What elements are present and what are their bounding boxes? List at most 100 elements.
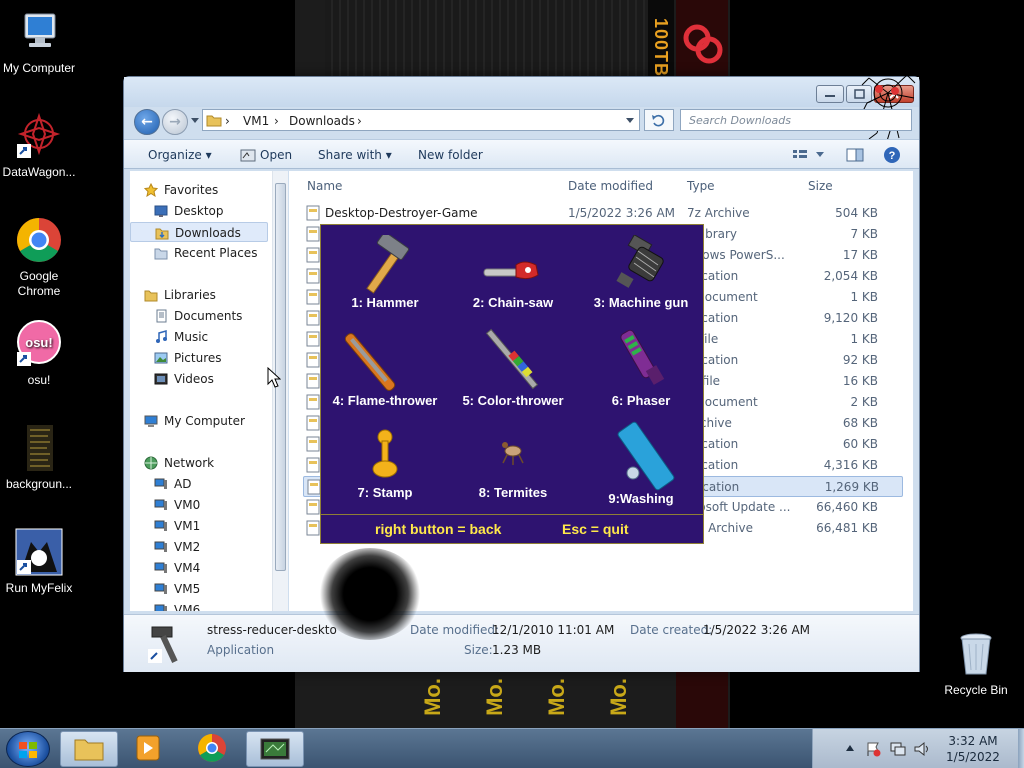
desktop-icon-recycle-bin[interactable]: Recycle Bin xyxy=(936,630,1016,698)
taskbar-stress-reducer[interactable] xyxy=(246,731,304,767)
back-button[interactable]: ← xyxy=(134,109,160,135)
tool-stamp[interactable]: 7: Stamp xyxy=(321,425,449,500)
game-hint-bar: right button = back Esc = quit xyxy=(321,514,703,544)
tool-termites[interactable]: 8: Termites xyxy=(449,425,577,500)
tool-machine-gun[interactable]: 3: Machine gun xyxy=(577,235,705,310)
desktop-icon-myfelix[interactable]: Run MyFelix xyxy=(0,528,78,596)
desktop-icon-chrome[interactable]: Google Chrome xyxy=(0,216,78,299)
wallpaper-pattern xyxy=(325,0,645,80)
breadcrumb-vm1[interactable]: VM1 xyxy=(243,114,269,128)
nav-pictures[interactable]: Pictures xyxy=(130,348,268,368)
nav-documents[interactable]: Documents xyxy=(130,306,268,326)
column-header-name[interactable]: Name xyxy=(307,179,342,193)
tool-washing[interactable]: 9:Washing xyxy=(577,421,705,506)
mouse-cursor-icon xyxy=(267,367,281,388)
column-header-date[interactable]: Date modified xyxy=(568,179,653,193)
share-with-button[interactable]: Share with ▾ xyxy=(318,148,392,162)
taskbar-chrome[interactable] xyxy=(184,731,242,767)
nav-libraries[interactable]: Libraries xyxy=(130,285,268,305)
recent-pages-icon[interactable] xyxy=(190,117,200,125)
tool-label: 8: Termites xyxy=(478,485,548,500)
desktop-icon-osu[interactable]: osu! osu! xyxy=(0,320,78,388)
nav-network-vm2[interactable]: VM2 xyxy=(130,537,268,557)
tool-label: 3: Machine gun xyxy=(593,295,689,310)
nav-network[interactable]: Network xyxy=(130,453,268,473)
address-dropdown-icon[interactable] xyxy=(625,117,635,124)
nav-videos[interactable]: Videos xyxy=(130,369,268,389)
help-icon[interactable]: ? xyxy=(883,146,901,164)
taskbar-explorer[interactable] xyxy=(60,731,118,767)
show-desktop-button[interactable] xyxy=(1018,729,1024,768)
show-hidden-icons-icon[interactable] xyxy=(845,743,855,753)
termites-icon xyxy=(502,442,524,465)
file-size-cell: 66,481 KB xyxy=(816,521,878,535)
libraries-icon xyxy=(144,290,158,302)
new-folder-button[interactable]: New folder xyxy=(418,148,483,162)
preview-pane-icon[interactable] xyxy=(846,148,864,162)
desktop-icon-label: My Computer xyxy=(2,61,76,75)
color-thrower-icon xyxy=(485,328,539,390)
nav-network-vm4[interactable]: VM4 xyxy=(130,558,268,578)
taskbar-media-player[interactable] xyxy=(120,731,178,767)
refresh-button[interactable] xyxy=(644,109,674,131)
tool-flame-thrower[interactable]: 4: Flame-thrower xyxy=(321,327,449,408)
details-size-label: Size: xyxy=(464,643,493,657)
refresh-icon xyxy=(652,114,665,127)
desktop-icon-label: Google Chrome xyxy=(17,269,61,298)
nav-network-vm1[interactable]: VM1 xyxy=(130,516,268,536)
nav-downloads[interactable]: Downloads xyxy=(130,222,268,242)
nav-desktop[interactable]: Desktop xyxy=(130,201,268,221)
desktop-icon-datawagon[interactable]: DataWagon... xyxy=(0,112,78,180)
network-tray-icon[interactable] xyxy=(889,741,907,757)
desktop-icon-label: Recycle Bin xyxy=(944,683,1008,697)
nav-network-vm5[interactable]: VM5 xyxy=(130,579,268,599)
search-input[interactable]: Search Downloads xyxy=(680,109,912,131)
table-row[interactable]: Desktop-Destroyer-Game 1/5/2022 3:26 AM 7z… xyxy=(303,203,903,224)
column-header-type[interactable]: Type xyxy=(687,179,715,193)
system-clock[interactable]: 3:32 AM 1/5/2022 xyxy=(928,733,1018,765)
start-button[interactable] xyxy=(6,731,50,767)
nav-network-ad[interactable]: AD xyxy=(130,474,268,494)
myfelix-icon xyxy=(15,528,63,576)
forward-button[interactable]: → xyxy=(162,109,188,135)
network-computer-icon xyxy=(154,562,167,573)
action-center-flag-icon[interactable] xyxy=(865,741,881,757)
desktop-icon-label: DataWagon... xyxy=(2,165,76,179)
command-bar: Organize ▾ Open Share with ▾ New folder … xyxy=(124,139,919,169)
nav-network-vm0[interactable]: VM0 xyxy=(130,495,268,515)
organize-label: Organize xyxy=(148,148,202,162)
breadcrumb-separator[interactable]: › xyxy=(274,114,279,128)
column-header-size[interactable]: Size xyxy=(808,179,833,193)
desktop-icon-background[interactable]: backgroun... xyxy=(0,424,78,492)
address-bar[interactable]: › VM1 › Downloads › xyxy=(202,109,640,131)
file-size-cell: 1,269 KB xyxy=(824,480,879,494)
nav-label: Network xyxy=(164,456,215,470)
file-type-icon xyxy=(306,457,320,473)
nav-favorites[interactable]: Favorites xyxy=(130,180,268,200)
tool-chain-saw[interactable]: 2: Chain-saw xyxy=(449,235,577,310)
tool-phaser[interactable]: 6: Phaser xyxy=(577,327,705,408)
breadcrumb-downloads[interactable]: Downloads xyxy=(289,114,355,128)
minimize-button[interactable] xyxy=(816,85,844,103)
forward-arrow-icon: → xyxy=(169,114,181,130)
wallpaper-bottom-text: Mo. xyxy=(482,678,507,716)
tool-hammer[interactable]: 1: Hammer xyxy=(321,235,449,310)
nav-music[interactable]: Music xyxy=(130,327,268,347)
network-icon xyxy=(144,456,158,470)
desktop-icon-my-computer[interactable]: My Computer xyxy=(0,8,78,76)
stamp-icon xyxy=(372,429,398,478)
open-button[interactable]: Open xyxy=(260,148,292,162)
nav-my-computer[interactable]: My Computer xyxy=(130,411,268,431)
breadcrumb-separator[interactable]: › xyxy=(357,114,362,128)
change-view-icon[interactable] xyxy=(792,149,826,161)
clock-time: 3:32 AM xyxy=(948,734,998,748)
organize-button[interactable]: Organize ▾ xyxy=(148,148,212,162)
nav-scrollbar[interactable] xyxy=(272,171,288,611)
nav-network-vm6[interactable]: VM6 xyxy=(130,600,268,611)
file-size-cell: 2,054 KB xyxy=(823,269,878,283)
window-title-bar[interactable] xyxy=(124,74,919,142)
breadcrumb-separator[interactable]: › xyxy=(225,114,230,128)
nav-recent-places[interactable]: Recent Places xyxy=(130,243,268,263)
file-size-cell: 66,460 KB xyxy=(816,500,878,514)
tool-color-thrower[interactable]: 5: Color-thrower xyxy=(449,327,577,408)
